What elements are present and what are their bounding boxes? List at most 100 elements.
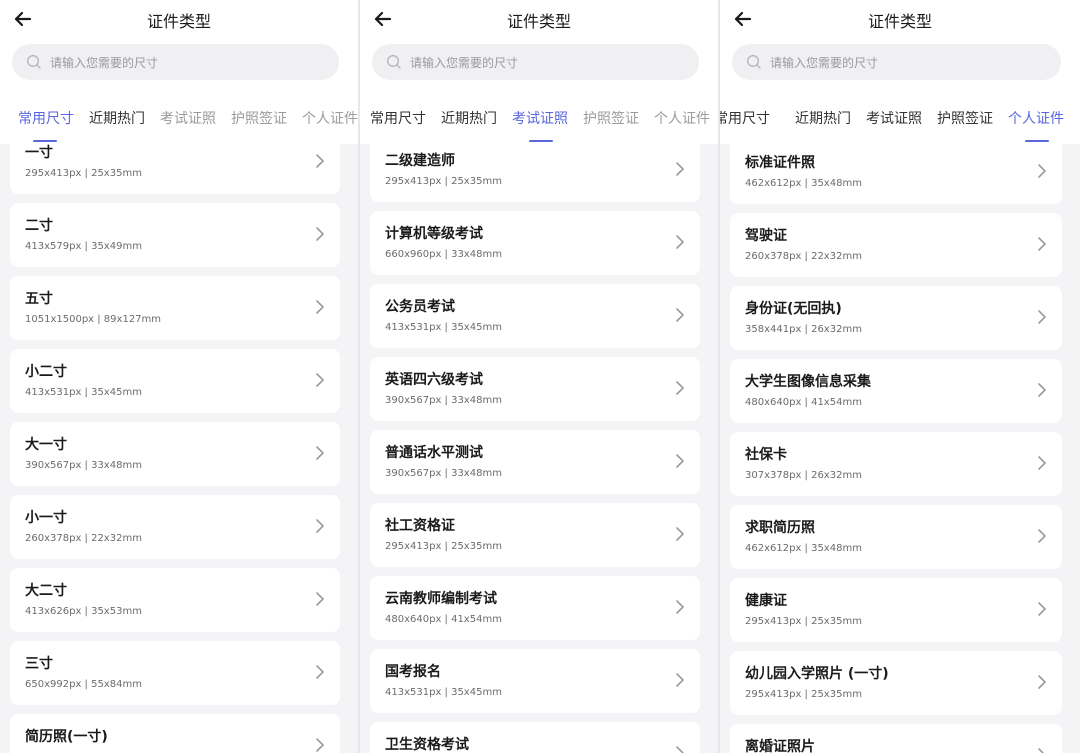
tab-recent-hot[interactable]: 近期热门 xyxy=(795,108,851,128)
list-item[interactable]: 离婚证照片 xyxy=(730,724,1062,753)
list-item[interactable]: 大一寸 390x567px | 33x48mm xyxy=(10,422,340,486)
size-list: 标准证件照 462x612px | 35x48mm 驾驶证 260x378px | … xyxy=(720,144,1080,753)
tab-recent-hot[interactable]: 近期热门 xyxy=(441,108,497,128)
list-item[interactable]: 计算机等级考试 660x960px | 33x48mm xyxy=(370,211,700,275)
list-item[interactable]: 二寸 413x579px | 35x49mm xyxy=(10,203,340,267)
item-name: 社工资格证 xyxy=(385,518,455,534)
page-title: 证件类型 xyxy=(146,12,211,31)
item-spec: 480x640px | 41x54mm xyxy=(385,614,502,625)
search-input[interactable]: 请输入您需要的尺寸 xyxy=(732,44,1061,80)
chevron-right-icon xyxy=(676,746,685,753)
item-spec: 295x413px | 25x35mm xyxy=(745,616,862,627)
item-spec: 390x567px | 33x48mm xyxy=(25,460,142,471)
chevron-right-icon xyxy=(676,235,685,249)
chevron-right-icon xyxy=(316,300,325,314)
item-spec: 295x413px | 25x35mm xyxy=(385,176,502,187)
chevron-right-icon xyxy=(1038,164,1047,178)
search-icon xyxy=(387,55,401,69)
item-name: 小二寸 xyxy=(25,364,67,380)
item-name: 驾驶证 xyxy=(745,228,787,244)
tab-passport-visa[interactable]: 护照签证 xyxy=(937,108,993,128)
tab-personal-id[interactable]: 个人证件 xyxy=(1008,108,1064,128)
list-item[interactable]: 身份证(无回执) 358x441px | 26x32mm xyxy=(730,286,1062,350)
tab-personal-id[interactable]: 个人证件 xyxy=(654,108,710,128)
item-name: 标准证件照 xyxy=(745,155,815,171)
item-spec: 462x612px | 35x48mm xyxy=(745,543,862,554)
list-item[interactable]: 五寸 1051x1500px | 89x127mm xyxy=(10,276,340,340)
chevron-right-icon xyxy=(316,519,325,533)
item-name: 幼儿园入学照片 (一寸) xyxy=(745,666,889,682)
search-input[interactable]: 请输入您需要的尺寸 xyxy=(12,44,339,80)
chevron-right-icon xyxy=(676,454,685,468)
list-item[interactable]: 大学生图像信息采集 480x640px | 41x54mm xyxy=(730,359,1062,423)
chevron-right-icon xyxy=(1038,456,1047,470)
list-item[interactable]: 一寸 295x413px | 25x35mm xyxy=(10,144,340,194)
item-spec: 413x579px | 35x49mm xyxy=(25,241,142,252)
list-item[interactable]: 三寸 650x992px | 55x84mm xyxy=(10,641,340,705)
tab-exam-photos[interactable]: 考试证照 xyxy=(866,108,922,128)
item-spec: 413x531px | 35x45mm xyxy=(385,322,502,333)
item-name: 二级建造师 xyxy=(385,153,455,169)
list-item[interactable]: 二级建造师 295x413px | 25x35mm xyxy=(370,144,700,202)
list-item[interactable]: 大二寸 413x626px | 35x53mm xyxy=(10,568,340,632)
list-item[interactable]: 社工资格证 295x413px | 25x35mm xyxy=(370,503,700,567)
list-item[interactable]: 社保卡 307x378px | 26x32mm xyxy=(730,432,1062,496)
header: 证件类型 请输入您需要的尺寸 常用尺寸 近期热门 考试证照 护照签证 个人证件 xyxy=(360,0,718,144)
list-item[interactable]: 幼儿园入学照片 (一寸) 295x413px | 25x35mm xyxy=(730,651,1062,715)
chevron-right-icon xyxy=(1038,529,1047,543)
chevron-right-icon xyxy=(1038,748,1045,753)
list-item[interactable]: 普通话水平测试 390x567px | 33x48mm xyxy=(370,430,700,494)
list-item[interactable]: 云南教师编制考试 480x640px | 41x54mm xyxy=(370,576,700,640)
tab-exam-photos[interactable]: 考试证照 xyxy=(160,108,216,128)
list-item[interactable]: 标准证件照 462x612px | 35x48mm xyxy=(730,144,1062,204)
search-input[interactable]: 请输入您需要的尺寸 xyxy=(372,44,699,80)
list-item[interactable]: 求职简历照 462x612px | 35x48mm xyxy=(730,505,1062,569)
tab-common-sizes[interactable]: 常用尺寸 xyxy=(370,108,426,128)
item-name: 公务员考试 xyxy=(385,299,455,315)
item-name: 健康证 xyxy=(745,593,787,609)
item-name: 大二寸 xyxy=(25,583,67,599)
item-spec: 413x626px | 35x53mm xyxy=(25,606,142,617)
tab-common-sizes[interactable]: 常用尺寸 xyxy=(18,108,74,128)
category-tabs: 常用尺寸 近期热门 考试证照 护照签证 个人证件 xyxy=(720,108,1080,144)
item-name: 普通话水平测试 xyxy=(385,445,483,461)
list-item[interactable]: 公务员考试 413x531px | 35x45mm xyxy=(370,284,700,348)
tab-passport-visa[interactable]: 护照签证 xyxy=(231,108,287,128)
page-title: 证件类型 xyxy=(506,12,571,31)
chevron-right-icon xyxy=(1038,237,1047,251)
item-spec: 260x378px | 22x32mm xyxy=(745,251,862,262)
category-tabs: 常用尺寸 近期热门 考试证照 护照签证 个人证件 xyxy=(360,108,718,144)
screen-exam-photos: 证件类型 请输入您需要的尺寸 常用尺寸 近期热门 考试证照 护照签证 个人证件 … xyxy=(360,0,720,753)
top-bar: 证件类型 xyxy=(360,0,718,40)
screen-personal-id: 证件类型 请输入您需要的尺寸 常用尺寸 近期热门 考试证照 护照签证 个人证件 … xyxy=(720,0,1080,753)
chevron-right-icon xyxy=(316,446,325,460)
chevron-right-icon xyxy=(316,154,325,168)
tab-exam-photos[interactable]: 考试证照 xyxy=(512,108,568,128)
chevron-right-icon xyxy=(316,738,325,752)
list-item[interactable]: 简历照(一寸) xyxy=(10,714,340,753)
item-spec: 295x413px | 25x35mm xyxy=(25,168,142,179)
list-item[interactable]: 国考报名 413x531px | 35x45mm xyxy=(370,649,700,713)
list-item[interactable]: 英语四六级考试 390x567px | 33x48mm xyxy=(370,357,700,421)
item-name: 国考报名 xyxy=(385,664,441,680)
item-spec: 358x441px | 26x32mm xyxy=(745,324,862,335)
list-item[interactable]: 卫生资格考试 xyxy=(370,722,700,753)
tab-personal-id[interactable]: 个人证件 xyxy=(302,108,358,128)
item-name: 离婚证照片 xyxy=(745,739,815,753)
tab-common-sizes[interactable]: 常用尺寸 xyxy=(720,108,770,128)
list-item[interactable]: 小一寸 260x378px | 22x32mm xyxy=(10,495,340,559)
page-title: 证件类型 xyxy=(867,12,932,31)
chevron-right-icon xyxy=(676,673,685,687)
list-item[interactable]: 健康证 295x413px | 25x35mm xyxy=(730,578,1062,642)
tab-passport-visa[interactable]: 护照签证 xyxy=(583,108,639,128)
item-spec: 462x612px | 35x48mm xyxy=(745,178,862,189)
item-name: 社保卡 xyxy=(745,447,787,463)
item-spec: 1051x1500px | 89x127mm xyxy=(25,314,162,325)
list-item[interactable]: 驾驶证 260x378px | 22x32mm xyxy=(730,213,1062,277)
item-name: 计算机等级考试 xyxy=(385,226,483,242)
item-name: 一寸 xyxy=(25,145,53,161)
list-item[interactable]: 小二寸 413x531px | 35x45mm xyxy=(10,349,340,413)
tab-recent-hot[interactable]: 近期热门 xyxy=(89,108,145,128)
item-name: 小一寸 xyxy=(25,510,67,526)
chevron-right-icon xyxy=(1038,310,1047,324)
